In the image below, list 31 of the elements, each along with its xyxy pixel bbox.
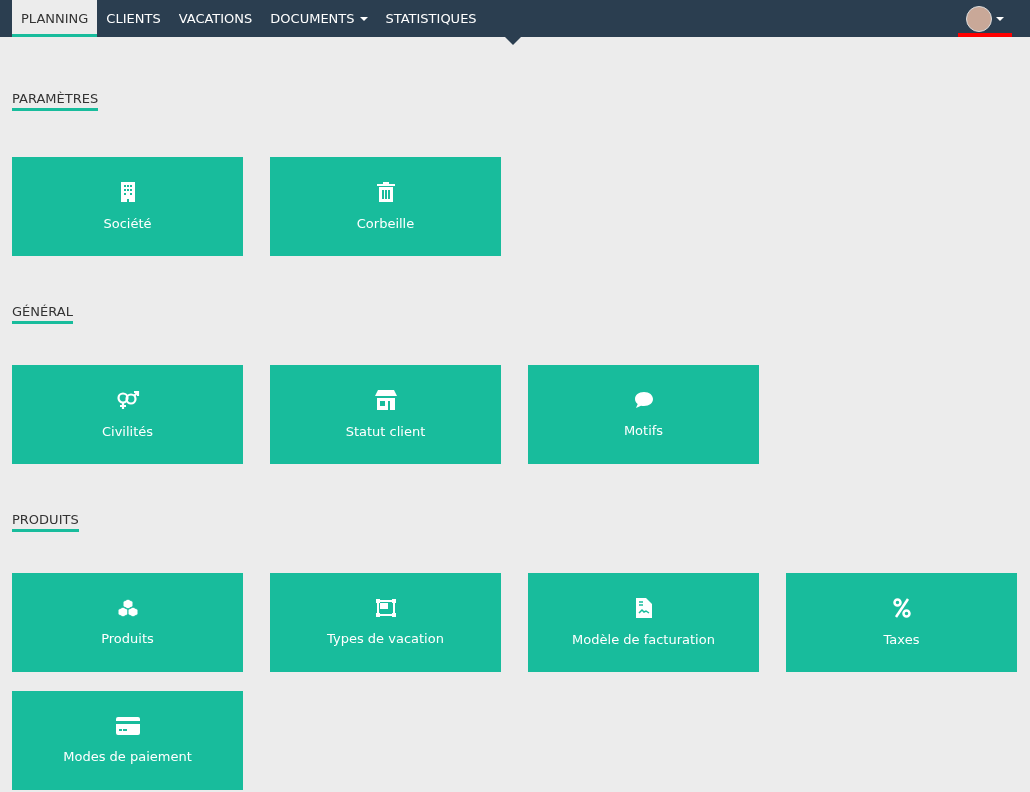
caret-icon — [996, 16, 1004, 21]
section-heading: PARAMÈTRES — [12, 91, 99, 111]
settings-tile[interactable]: Corbeille — [270, 157, 501, 256]
settings-tile[interactable]: Produits — [12, 573, 243, 672]
settings-tile[interactable]: Civilités — [12, 365, 243, 464]
trash-icon — [376, 181, 395, 202]
settings-tile[interactable]: Taxes — [786, 573, 1017, 672]
settings-tile[interactable]: Société — [12, 157, 243, 256]
nav-tab[interactable]: CLIENTS — [97, 0, 170, 37]
settings-tile[interactable]: Motifs — [528, 365, 759, 464]
cubes-icon — [117, 598, 138, 617]
section-heading: PRODUITS — [12, 512, 79, 532]
speech-bubble-icon — [633, 390, 654, 409]
building-icon — [119, 181, 136, 202]
frame-icon — [375, 598, 396, 617]
nav-tab[interactable]: VACATIONS — [169, 0, 262, 37]
indicator-bar — [958, 33, 1012, 37]
gender-icon — [115, 389, 140, 410]
settings-tile[interactable]: Types de vacation — [270, 573, 501, 672]
nav-tab[interactable]: DOCUMENTS — [261, 0, 377, 37]
settings-tile[interactable]: Modèle de facturation — [528, 573, 759, 672]
section-heading: GÉNÉRAL — [12, 304, 73, 324]
avatar[interactable] — [966, 5, 992, 32]
settings-tile[interactable]: Statut client — [270, 365, 501, 464]
percent-icon — [892, 597, 911, 618]
credit-card-icon — [115, 716, 140, 735]
settings-tile[interactable]: Modes de paiement — [12, 691, 243, 790]
nav-tab[interactable]: PLANNING — [12, 0, 98, 37]
store-icon — [374, 389, 397, 410]
document-icon — [635, 597, 652, 618]
nav-tab[interactable]: STATISTIQUES — [376, 0, 486, 37]
